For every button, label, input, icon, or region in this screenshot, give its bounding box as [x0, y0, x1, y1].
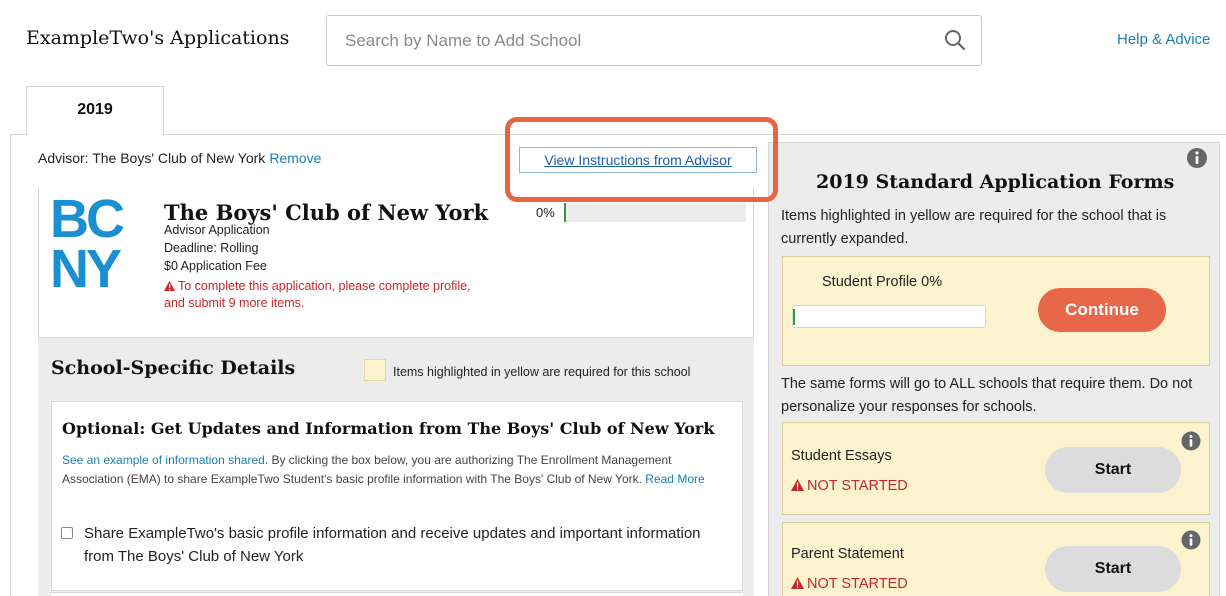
- authorization-text: See an example of information shared. By…: [62, 451, 730, 489]
- form-status: NOT STARTED: [791, 478, 908, 494]
- form-status: NOT STARTED: [791, 576, 908, 592]
- application-fee: $0 Application Fee: [164, 259, 267, 273]
- yellow-legend-text: Items highlighted in yellow are required…: [393, 365, 691, 379]
- continue-button[interactable]: Continue: [1038, 288, 1166, 332]
- form-status-text: NOT STARTED: [807, 576, 908, 592]
- start-parent-statement-button[interactable]: Start: [1045, 546, 1181, 592]
- tab-label: 2019: [77, 101, 113, 118]
- forms-note: The same forms will go to ALL schools th…: [781, 376, 1193, 415]
- student-profile-label: Student Profile 0%: [822, 274, 943, 290]
- form-name: Student Essays: [791, 448, 892, 464]
- view-instructions-link[interactable]: View Instructions from Advisor: [519, 147, 757, 173]
- share-profile-label[interactable]: Share ExampleTwo's basic profile informa…: [84, 522, 724, 568]
- yellow-legend-swatch: [364, 359, 386, 381]
- optional-title: Optional: Get Updates and Information fr…: [62, 419, 715, 438]
- info-icon[interactable]: [1181, 530, 1201, 550]
- advisor-label: Advisor: The Boys' Club of New York: [38, 150, 266, 166]
- logo-text-bottom: NY: [50, 239, 122, 299]
- warning-triangle-icon: [791, 577, 804, 589]
- share-profile-checkbox[interactable]: [61, 527, 73, 539]
- progress-fill: [793, 309, 795, 325]
- info-icon[interactable]: [1186, 147, 1208, 169]
- next-card-edge: [51, 592, 743, 596]
- deadline: Deadline: Rolling: [164, 241, 259, 255]
- remove-advisor-link[interactable]: Remove: [269, 150, 321, 166]
- forms-title: 2019 Standard Application Forms: [816, 171, 1175, 193]
- forms-subtitle: Items highlighted in yellow are required…: [781, 208, 1167, 247]
- school-name: The Boys' Club of New York: [164, 200, 489, 225]
- page-title: ExampleTwo's Applications: [26, 27, 290, 49]
- start-student-essays-button[interactable]: Start: [1045, 447, 1181, 493]
- student-profile-progress-bar: [792, 305, 986, 328]
- school-logo: BC NY: [50, 189, 140, 300]
- warning-triangle-icon: [791, 479, 804, 491]
- search-input[interactable]: [345, 16, 935, 65]
- completion-warning: To complete this application, please com…: [164, 278, 494, 312]
- advisor-row: Advisor: The Boys' Club of New York Remov…: [38, 150, 321, 166]
- tab-2019[interactable]: 2019: [26, 86, 164, 136]
- school-search-box[interactable]: [326, 15, 982, 66]
- warning-triangle-icon: [164, 281, 175, 291]
- application-progress-label: 0%: [536, 205, 555, 220]
- help-advice-link[interactable]: Help & Advice: [1117, 31, 1210, 48]
- read-more-link[interactable]: Read More: [645, 472, 704, 486]
- application-type: Advisor Application: [164, 223, 270, 237]
- example-info-link[interactable]: See an example of information shared.: [62, 453, 268, 467]
- details-title: School-Specific Details: [51, 357, 296, 379]
- form-status-text: NOT STARTED: [807, 478, 908, 494]
- info-icon[interactable]: [1181, 431, 1201, 451]
- application-progress-bar: [564, 203, 746, 222]
- warning-text: To complete this application, please com…: [164, 279, 471, 310]
- form-name: Parent Statement: [791, 546, 904, 562]
- progress-fill: [564, 203, 566, 222]
- logo-text-top: BC: [50, 189, 125, 249]
- search-icon[interactable]: [943, 28, 967, 52]
